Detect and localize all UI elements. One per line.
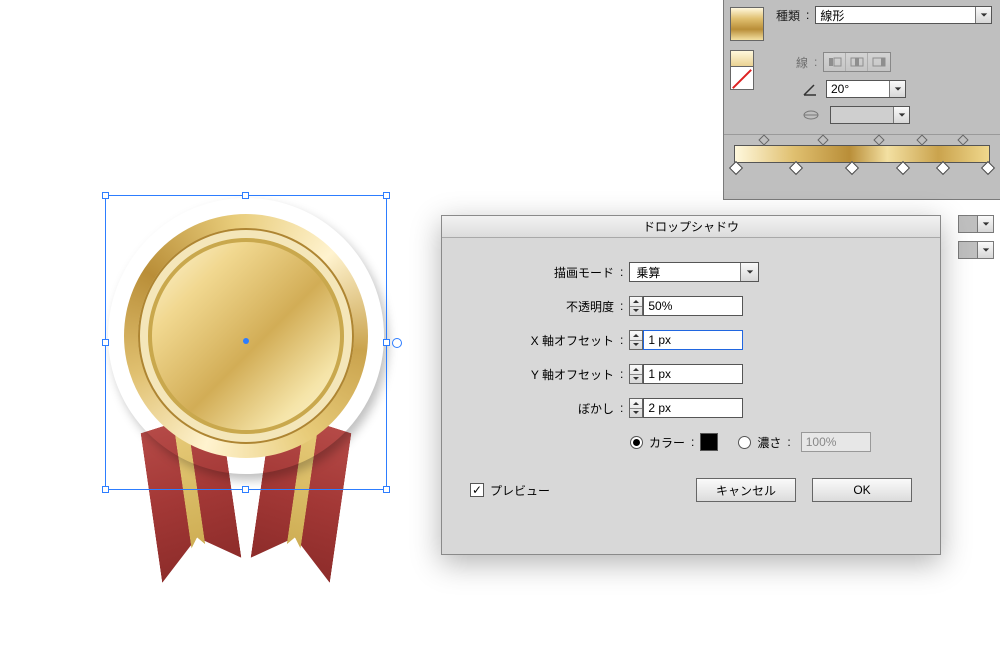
y-offset-label: Y 軸オフセット xyxy=(470,366,620,383)
rotation-origin-handle[interactable] xyxy=(392,338,402,348)
resize-handle-rm[interactable] xyxy=(383,339,390,346)
preview-checkbox[interactable] xyxy=(470,483,484,497)
gradient-ramp[interactable] xyxy=(734,145,990,163)
color-radio[interactable] xyxy=(630,436,643,449)
preview-label: プレビュー xyxy=(490,482,550,499)
gradient-stop[interactable] xyxy=(845,161,859,175)
x-offset-label: X 軸オフセット xyxy=(470,332,620,349)
colon: : xyxy=(806,8,809,22)
panel-extras xyxy=(958,215,994,259)
stroke-align-end-icon[interactable] xyxy=(868,53,890,71)
gradient-stop[interactable] xyxy=(981,161,995,175)
dropdown-caret-icon xyxy=(740,263,758,281)
dialog-title: ドロップシャドウ xyxy=(442,216,940,238)
gradient-type-select[interactable]: 線形 xyxy=(815,6,992,24)
blur-stepper[interactable] xyxy=(629,398,643,418)
location-select[interactable] xyxy=(958,241,994,259)
gradient-midpoint[interactable] xyxy=(759,134,770,145)
shadow-color-swatch[interactable] xyxy=(700,433,718,451)
selection-center-point[interactable] xyxy=(243,338,249,344)
cancel-button[interactable]: キャンセル xyxy=(696,478,796,502)
gradient-midpoint[interactable] xyxy=(916,134,927,145)
stroke-label: 線 xyxy=(796,54,808,71)
selection-bounding-box[interactable] xyxy=(105,195,387,490)
resize-handle-lm[interactable] xyxy=(102,339,109,346)
aspect-ratio-select[interactable] xyxy=(830,106,910,124)
resize-handle-bl[interactable] xyxy=(102,486,109,493)
y-offset-field[interactable]: 1 px xyxy=(643,364,743,384)
darkness-label: 濃さ xyxy=(757,434,781,451)
gradient-angle-value: 20° xyxy=(827,82,889,96)
stepper-up-icon[interactable] xyxy=(630,331,642,341)
blur-label: ぼかし xyxy=(470,400,620,417)
gradient-midpoint[interactable] xyxy=(817,134,828,145)
x-offset-stepper[interactable] xyxy=(629,330,643,350)
stepper-up-icon[interactable] xyxy=(630,297,642,307)
stepper-down-icon[interactable] xyxy=(630,409,642,418)
darkness-field: 100% xyxy=(801,432,871,452)
blend-mode-label: 描画モード xyxy=(470,264,620,281)
resize-handle-br[interactable] xyxy=(383,486,390,493)
angle-icon xyxy=(802,81,818,97)
gradient-angle-select[interactable]: 20° xyxy=(826,80,906,98)
artboard[interactable]: 種類 : 線形 線 : xyxy=(0,0,1000,667)
stepper-down-icon[interactable] xyxy=(630,307,642,316)
opacity-select[interactable] xyxy=(958,215,994,233)
resize-handle-tr[interactable] xyxy=(383,192,390,199)
dropdown-caret-icon xyxy=(889,81,905,97)
gradient-midpoint[interactable] xyxy=(957,134,968,145)
resize-handle-tm[interactable] xyxy=(242,192,249,199)
stroke-align-center-icon[interactable] xyxy=(846,53,868,71)
stroke-align-start-icon[interactable] xyxy=(824,53,846,71)
opacity-stepper[interactable] xyxy=(629,296,643,316)
gradient-panel: 種類 : 線形 線 : xyxy=(723,0,1000,200)
stepper-up-icon[interactable] xyxy=(630,365,642,375)
blur-field[interactable]: 2 px xyxy=(643,398,743,418)
gradient-stop[interactable] xyxy=(729,161,743,175)
dropdown-caret-icon xyxy=(975,7,991,23)
gradient-preview-swatch[interactable] xyxy=(730,7,764,41)
resize-handle-bm[interactable] xyxy=(242,486,249,493)
stepper-down-icon[interactable] xyxy=(630,341,642,350)
gradient-stop[interactable] xyxy=(789,161,803,175)
blend-mode-select[interactable]: 乗算 xyxy=(629,262,759,282)
resize-handle-tl[interactable] xyxy=(102,192,109,199)
opacity-field[interactable]: 50% xyxy=(643,296,743,316)
gradient-midpoint[interactable] xyxy=(873,134,884,145)
x-offset-field[interactable]: 1 px xyxy=(643,330,743,350)
gradient-type-value: 線形 xyxy=(816,7,975,24)
gradient-stop[interactable] xyxy=(936,161,950,175)
type-label: 種類 xyxy=(776,7,800,24)
gradient-stop[interactable] xyxy=(895,161,909,175)
y-offset-stepper[interactable] xyxy=(629,364,643,384)
drop-shadow-dialog: ドロップシャドウ 描画モード : 乗算 不透明度 : 50% xyxy=(441,215,941,555)
blend-mode-value: 乗算 xyxy=(630,264,740,281)
ok-button[interactable]: OK xyxy=(812,478,912,502)
aspect-ratio-icon xyxy=(802,108,820,122)
no-stroke-swatch[interactable] xyxy=(730,66,754,90)
stepper-up-icon[interactable] xyxy=(630,399,642,409)
color-label: カラー xyxy=(649,434,685,451)
darkness-radio[interactable] xyxy=(738,436,751,449)
stroke-alignment-segmented[interactable] xyxy=(823,52,891,72)
dropdown-caret-icon xyxy=(893,107,909,123)
opacity-label: 不透明度 xyxy=(470,298,620,315)
stepper-down-icon[interactable] xyxy=(630,375,642,384)
